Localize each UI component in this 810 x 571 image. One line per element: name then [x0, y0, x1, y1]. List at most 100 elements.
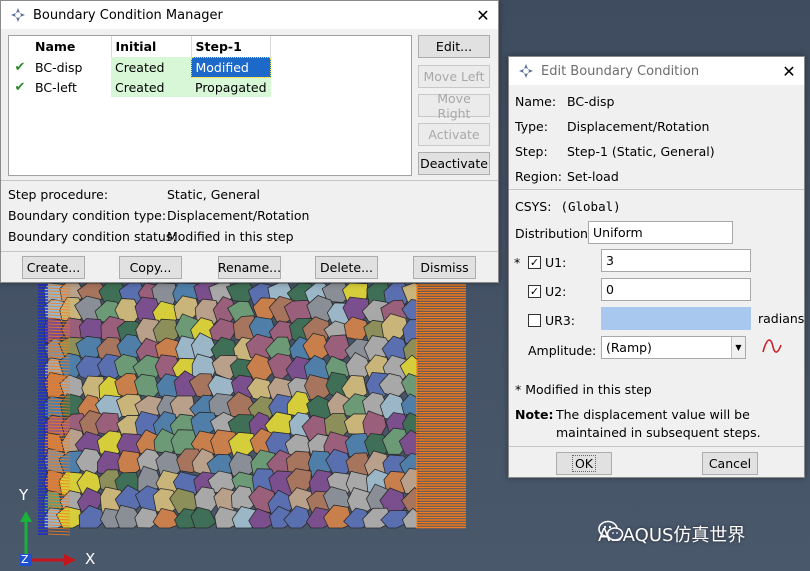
u1-input[interactable]: 3 [601, 249, 751, 272]
triad-y-label: Y [19, 486, 29, 504]
dismiss-button[interactable]: Dismiss [413, 256, 476, 279]
ur3-input[interactable] [601, 307, 751, 330]
note-line-1: The displacement value will be [556, 407, 750, 422]
ok-button[interactable]: OK [556, 452, 612, 475]
distribution-label: Distribution: [515, 226, 593, 241]
check-mark-icon: ✔ [14, 59, 26, 75]
header-check-cell [9, 36, 31, 57]
amplitude-label: Amplitude: [528, 343, 597, 358]
u1-label: U1: [545, 255, 567, 270]
deactivate-button[interactable]: Deactivate [418, 152, 490, 175]
amplitude-select[interactable]: (Ramp) ▼ [601, 336, 746, 359]
name-label: Name: [515, 94, 557, 109]
type-label: Type: [515, 119, 548, 134]
bc-disp-symbols [416, 284, 466, 529]
close-icon[interactable]: ✕ [468, 6, 498, 25]
note-line-2: maintained in subsequent steps. [556, 425, 761, 440]
row-step-cell[interactable]: Propagated [191, 77, 271, 97]
ok-label: OK [571, 455, 597, 472]
divider [1, 180, 498, 181]
ur3-checkbox[interactable] [528, 314, 541, 327]
watermark: ABAQUS仿真世界 [598, 520, 745, 548]
step-label: Step: [515, 144, 548, 159]
region-label: Region: [515, 169, 563, 184]
edit-bc-titlebar[interactable]: Edit Boundary Condition ✕ [509, 57, 804, 85]
bc-type-value: Displacement/Rotation [167, 208, 310, 223]
abaqus-app-icon [11, 8, 25, 22]
bc-left-symbol [47, 533, 71, 536]
step-line: Step: Step-1 (Static, General) [515, 144, 715, 159]
step-procedure-value: Static, General [167, 187, 260, 202]
amplitude-curve-icon[interactable] [761, 335, 783, 357]
bc-table-grid: Name Initial Step-1 ✔ BC-disp Created Mo… [9, 36, 272, 97]
cancel-button[interactable]: Cancel [702, 452, 758, 475]
row-name-cell[interactable]: BC-disp [31, 57, 111, 77]
edit-bc-title: Edit Boundary Condition [541, 63, 700, 79]
bc-left-symbol [47, 530, 71, 533]
row-initial-cell[interactable]: Created [111, 57, 191, 77]
chevron-down-icon[interactable]: ▼ [731, 337, 745, 358]
distribution-select[interactable]: Uniform [588, 221, 733, 244]
move-right-button[interactable]: Move Right [418, 91, 490, 121]
note-label: Note: [515, 407, 554, 422]
activate-button[interactable]: Activate [418, 123, 490, 146]
wechat-icon [598, 520, 624, 541]
name-line: Name: BC-disp [515, 94, 614, 109]
csys-label: CSYS: [515, 199, 552, 214]
step-procedure-label: Step procedure: [8, 187, 109, 202]
bc-manager-dialog: Boundary Condition Manager ✕ Name Initia… [0, 0, 499, 283]
column-header-step-1[interactable]: Step-1 [191, 36, 272, 57]
region-line: Region: Set-load [515, 169, 619, 184]
bc-table: Name Initial Step-1 ✔ BC-disp Created Mo… [8, 35, 412, 176]
divider [509, 189, 804, 190]
table-row-bc-left[interactable]: ✔ BC-left Created Propagated [9, 77, 271, 97]
rename-button[interactable]: Rename... [218, 256, 281, 279]
bc-manager-titlebar[interactable]: Boundary Condition Manager ✕ [1, 1, 498, 29]
modified-note: * Modified in this step [515, 382, 652, 397]
delete-button[interactable]: Delete... [315, 256, 378, 279]
u2-checkbox[interactable]: ✓ [528, 285, 541, 298]
triad-x-label: X [85, 550, 96, 568]
close-icon[interactable]: ✕ [774, 62, 804, 81]
check-mark-icon: ✔ [14, 79, 26, 95]
u2-input[interactable]: 0 [601, 278, 751, 301]
u2-label: U2: [545, 284, 567, 299]
ur3-unit: radians [758, 311, 805, 326]
bc-status-line: Boundary condition status: Modified in t… [8, 229, 294, 244]
create-button[interactable]: Create... [22, 256, 85, 279]
edit-bc-dialog: Edit Boundary Condition ✕ Name: BC-disp … [508, 56, 805, 478]
bc-type-line: Boundary condition type: Displacement/Ro… [8, 208, 309, 223]
step-procedure-line: Step procedure: Static, General [8, 187, 260, 202]
move-left-button[interactable]: Move Left [418, 65, 490, 88]
column-header-name[interactable]: Name [31, 36, 112, 57]
row-initial-cell[interactable]: Created [111, 77, 191, 97]
divider [1, 251, 498, 252]
type-value: Displacement/Rotation [567, 119, 710, 134]
table-header-row: Name Initial Step-1 [9, 36, 272, 57]
bc-type-label: Boundary condition type: [8, 208, 167, 223]
type-line: Type: Displacement/Rotation [515, 119, 709, 134]
divider [509, 446, 804, 447]
bc-manager-body: Name Initial Step-1 ✔ BC-disp Created Mo… [1, 29, 498, 282]
ur3-label: UR3: [545, 313, 575, 328]
polycrystal-mesh [43, 282, 419, 529]
bc-status-value: Modified in this step [167, 229, 294, 244]
row-name-cell[interactable]: BC-left [31, 77, 111, 97]
edit-bc-body: Name: BC-disp Type: Displacement/Rotatio… [509, 85, 804, 477]
bc-manager-title: Boundary Condition Manager [33, 7, 223, 23]
edit-button[interactable]: Edit... [418, 35, 490, 58]
copy-button[interactable]: Copy... [119, 256, 182, 279]
csys-line: CSYS: (Global) [515, 199, 621, 214]
u1-checkbox[interactable]: ✓ [528, 256, 541, 269]
name-value: BC-disp [567, 94, 615, 109]
bc-status-label: Boundary condition status: [8, 229, 177, 244]
abaqus-app-icon [519, 64, 533, 78]
column-header-initial[interactable]: Initial [111, 36, 192, 57]
triad-z-label: Z [21, 553, 29, 566]
table-row-bc-disp[interactable]: ✔ BC-disp Created Modified [9, 56, 272, 78]
grain [323, 334, 352, 361]
u1-modified-marker: * [514, 255, 521, 270]
row-step-cell-selected[interactable]: Modified [190, 56, 272, 78]
csys-value[interactable]: (Global) [560, 199, 620, 214]
region-value: Set-load [567, 169, 619, 184]
